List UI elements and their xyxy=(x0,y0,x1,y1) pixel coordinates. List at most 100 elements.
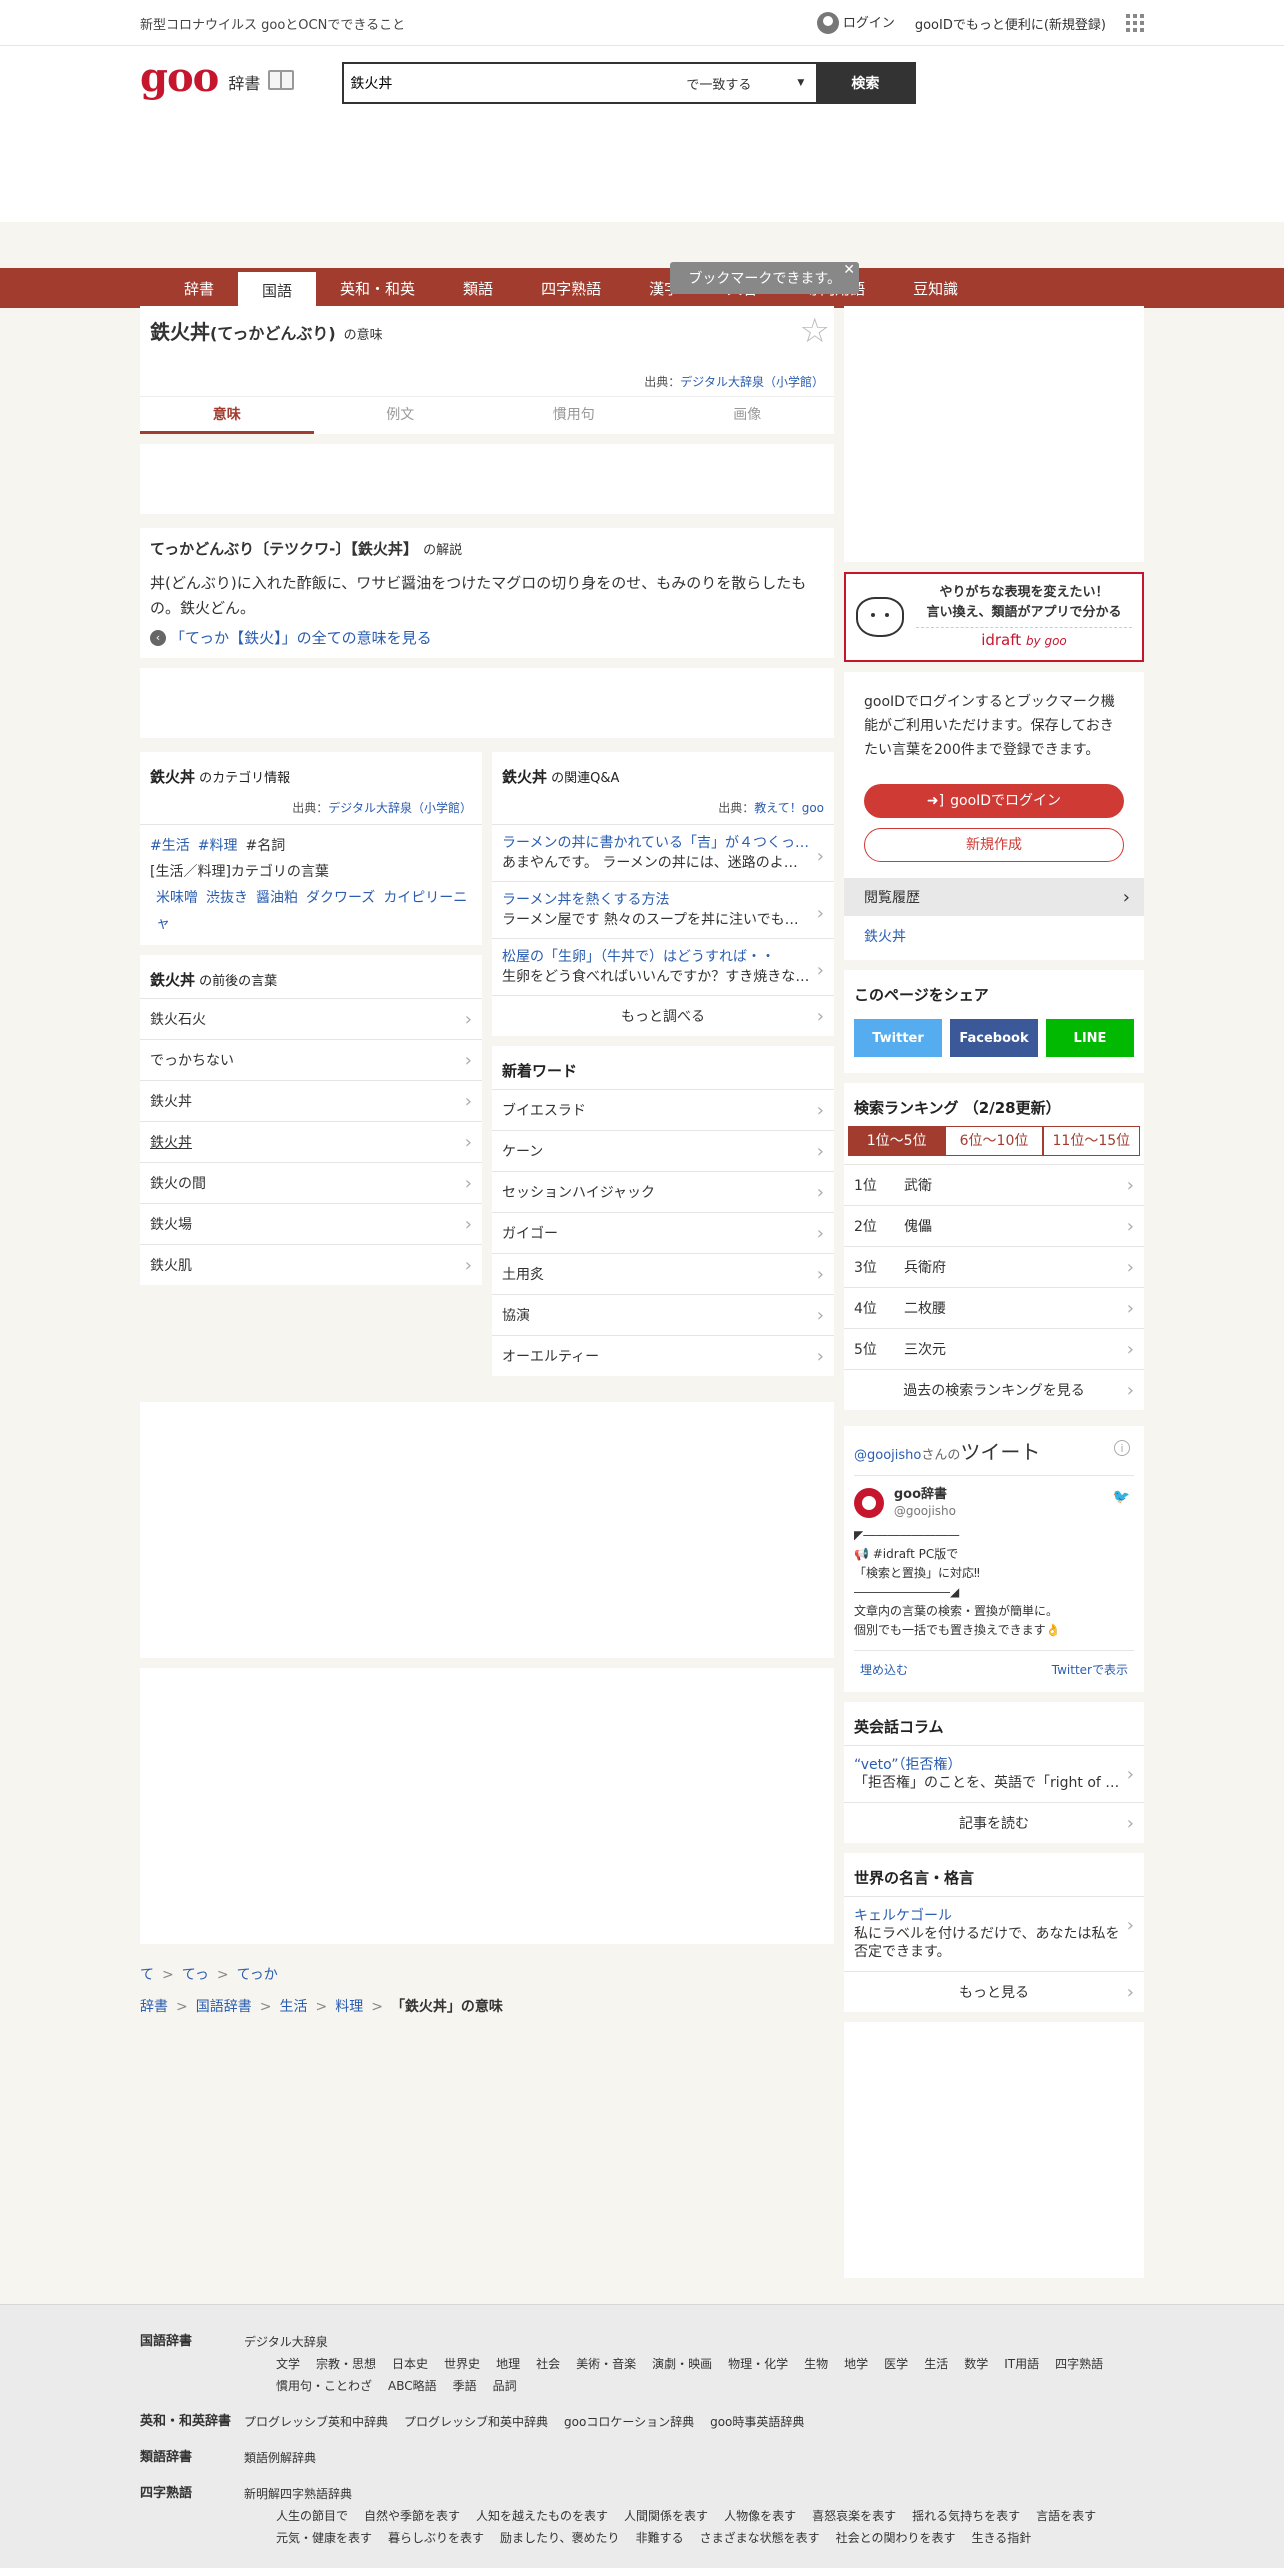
all-meanings-link[interactable]: ‹ 「てっか【鉄火】」の全ての意味を見る xyxy=(150,627,824,648)
footer-link[interactable]: デジタル大辞泉 xyxy=(244,2335,328,2349)
close-icon[interactable]: ✕ xyxy=(843,262,855,278)
ranking-tab-0[interactable]: 1位～5位 xyxy=(848,1126,946,1156)
entry-tab-1[interactable]: 例文 xyxy=(314,397,488,434)
footer-link[interactable]: 品詞 xyxy=(493,2379,517,2393)
tag-seikatsu[interactable]: #生活 xyxy=(150,838,190,854)
ranking-row[interactable]: 2位 傀儡 xyxy=(844,1205,1144,1246)
nearby-word-item[interactable]: 鉄火肌 xyxy=(140,1244,482,1285)
nearby-word-item[interactable]: 鉄火場 xyxy=(140,1203,482,1244)
footer-link[interactable]: 人生の節目で xyxy=(276,2509,348,2523)
search-button[interactable]: 検索 xyxy=(816,64,915,102)
footer-link[interactable]: 医学 xyxy=(884,2357,908,2371)
nav-tab-2[interactable]: 英和・和英 xyxy=(316,268,439,308)
footer-link[interactable]: 数学 xyxy=(964,2357,988,2371)
qa-item[interactable]: ラーメン丼を熱くする方法ラーメン屋です 熱々のスープを丼に注いでもすぐに冷める xyxy=(492,881,834,938)
nav-tab-1[interactable]: 国語 xyxy=(238,272,317,308)
footer-link[interactable]: 宗教・思想 xyxy=(316,2357,376,2371)
history-item[interactable]: 鉄火丼 xyxy=(864,929,906,945)
ranking-tab-2[interactable]: 11位～15位 xyxy=(1042,1126,1140,1156)
covid-promo-link[interactable]: 新型コロナウイルス gooとOCNでできること xyxy=(140,14,405,33)
footer-link[interactable]: 新明解四字熟語辞典 xyxy=(244,2487,352,2501)
search-mode-select[interactable]: で一致する xyxy=(676,64,816,102)
footer-link[interactable]: 生活 xyxy=(924,2357,948,2371)
nearby-word-item[interactable]: 鉄火石火 xyxy=(140,998,482,1039)
footer-link[interactable]: 生物 xyxy=(804,2357,828,2371)
breadcrumb-link[interactable]: 生活 xyxy=(279,1999,307,2015)
nav-tab-8[interactable]: 豆知識 xyxy=(889,268,982,308)
ranking-row[interactable]: 3位 兵衛府 xyxy=(844,1246,1144,1287)
footer-link[interactable]: 励ましたり、褒めたり xyxy=(500,2531,620,2545)
quote-more-button[interactable]: もっと見る xyxy=(844,1971,1144,2012)
new-word-item[interactable]: ケーン xyxy=(492,1130,834,1171)
footer-link[interactable]: 季語 xyxy=(453,2379,477,2393)
history-header[interactable]: 閲覧履歴 › xyxy=(844,878,1144,916)
qa-item[interactable]: 松屋の「生卵」（牛丼で）はどうすれば・・ 生卵をどう食べればいいんですか？すき焼き… xyxy=(492,938,834,995)
new-word-item[interactable]: ブイエスラド xyxy=(492,1089,834,1130)
footer-link[interactable]: 元気・健康を表す xyxy=(276,2531,372,2545)
new-word-item[interactable]: オーエルティー xyxy=(492,1335,834,1376)
kana-breadcrumb-link[interactable]: てっ xyxy=(182,1967,209,1983)
footer-link[interactable]: IT用語 xyxy=(1004,2357,1039,2371)
footer-link[interactable]: 人知を越えたものを表す xyxy=(476,2509,608,2523)
kana-breadcrumb-link[interactable]: てっか xyxy=(237,1967,278,1983)
footer-link[interactable]: 社会 xyxy=(536,2357,560,2371)
kana-breadcrumb-link[interactable]: て xyxy=(140,1967,154,1983)
ranking-tab-1[interactable]: 6位～10位 xyxy=(945,1126,1043,1156)
info-icon[interactable]: i xyxy=(1114,1440,1130,1456)
footer-link[interactable]: 人間関係を表す xyxy=(624,2509,708,2523)
read-article-button[interactable]: 記事を読む xyxy=(844,1802,1144,1843)
footer-link[interactable]: 美術・音楽 xyxy=(576,2357,636,2371)
nearby-word-item[interactable]: 鉄火丼 xyxy=(140,1080,482,1121)
footer-link[interactable]: 物理・化学 xyxy=(728,2357,788,2371)
footer-link[interactable]: 非難する xyxy=(636,2531,684,2545)
footer-link[interactable]: さまざまな状態を表す xyxy=(700,2531,820,2545)
footer-link[interactable]: プログレッシブ和英中辞典 xyxy=(404,2415,548,2429)
share-twitter-button[interactable]: Twitter xyxy=(854,1019,942,1057)
footer-link[interactable]: 人物像を表す xyxy=(724,2509,796,2523)
tag-ryori[interactable]: #料理 xyxy=(198,838,238,854)
share-facebook-button[interactable]: Facebook xyxy=(950,1019,1038,1057)
embed-link[interactable]: 埋め込む xyxy=(860,1661,908,1678)
footer-link[interactable]: 世界史 xyxy=(444,2357,480,2371)
footer-link[interactable]: 四字熟語 xyxy=(1055,2357,1103,2371)
breadcrumb-link[interactable]: 辞書 xyxy=(140,1999,168,2015)
footer-link[interactable]: 地理 xyxy=(496,2357,520,2371)
footer-link[interactable]: 言語を表す xyxy=(1036,2509,1096,2523)
footer-link[interactable]: ABC略語 xyxy=(388,2379,437,2393)
bookmark-star-icon[interactable]: ☆ xyxy=(800,314,830,348)
twitter-handle-link[interactable]: @goojisho xyxy=(854,1448,921,1463)
goo-jisho-avatar[interactable] xyxy=(854,1488,884,1518)
view-on-twitter-link[interactable]: Twitterで表示 xyxy=(1052,1661,1128,1678)
new-word-item[interactable]: 土用炙 xyxy=(492,1253,834,1294)
footer-link[interactable]: 日本史 xyxy=(392,2357,428,2371)
nearby-word-item[interactable]: でっかちない xyxy=(140,1039,482,1080)
ranking-row[interactable]: 1位 武衛 xyxy=(844,1164,1144,1205)
footer-link[interactable]: 地学 xyxy=(844,2357,868,2371)
new-word-item[interactable]: ガイゴー xyxy=(492,1212,834,1253)
category-word-link[interactable]: ダクワーズ xyxy=(306,890,375,906)
share-line-button[interactable]: LINE xyxy=(1046,1019,1134,1057)
qa-more-button[interactable]: もっと調べる xyxy=(492,995,834,1036)
footer-link[interactable]: 喜怒哀楽を表す xyxy=(812,2509,896,2523)
nearby-word-item[interactable]: 鉄火丼 xyxy=(140,1121,482,1162)
gooid-login-button[interactable]: ➜] gooIDでログイン xyxy=(864,784,1124,818)
footer-link[interactable]: プログレッシブ英和中辞典 xyxy=(244,2415,388,2429)
quote-item[interactable]: キェルケゴール 私にラベルを付けるだけで、あなたは私を否定できます。 xyxy=(844,1896,1144,1971)
nav-tab-3[interactable]: 類語 xyxy=(439,268,517,308)
nearby-word-item[interactable]: 鉄火の間 xyxy=(140,1162,482,1203)
entry-tab-3[interactable]: 画像 xyxy=(661,397,835,434)
new-word-item[interactable]: 協演 xyxy=(492,1294,834,1335)
breadcrumb-link[interactable]: 国語辞書 xyxy=(196,1999,252,2015)
breadcrumb-link[interactable]: 料理 xyxy=(335,1999,363,2015)
register-link[interactable]: gooIDでもっと便利に(新規登録) xyxy=(915,14,1106,33)
footer-link[interactable]: 社会との関わりを表す xyxy=(836,2531,956,2545)
footer-link[interactable]: 演劇・映画 xyxy=(652,2357,712,2371)
footer-link[interactable]: 類語例解辞典 xyxy=(244,2451,316,2465)
footer-link[interactable]: 生きる指針 xyxy=(971,2531,1031,2545)
idraft-banner[interactable]: やりがちな表現を変えたい！ 言い換え、類語がアプリで分かる idraft by … xyxy=(844,572,1144,662)
category-word-link[interactable]: 渋抜き xyxy=(206,890,248,906)
search-input[interactable] xyxy=(344,64,677,102)
goo-logo[interactable]: goo xyxy=(140,56,219,100)
column-article[interactable]: “veto”（拒否権） 「拒否権」のことを、英語で「right of veto」 xyxy=(844,1745,1144,1802)
footer-link[interactable]: gooコロケーション辞典 xyxy=(564,2415,694,2429)
